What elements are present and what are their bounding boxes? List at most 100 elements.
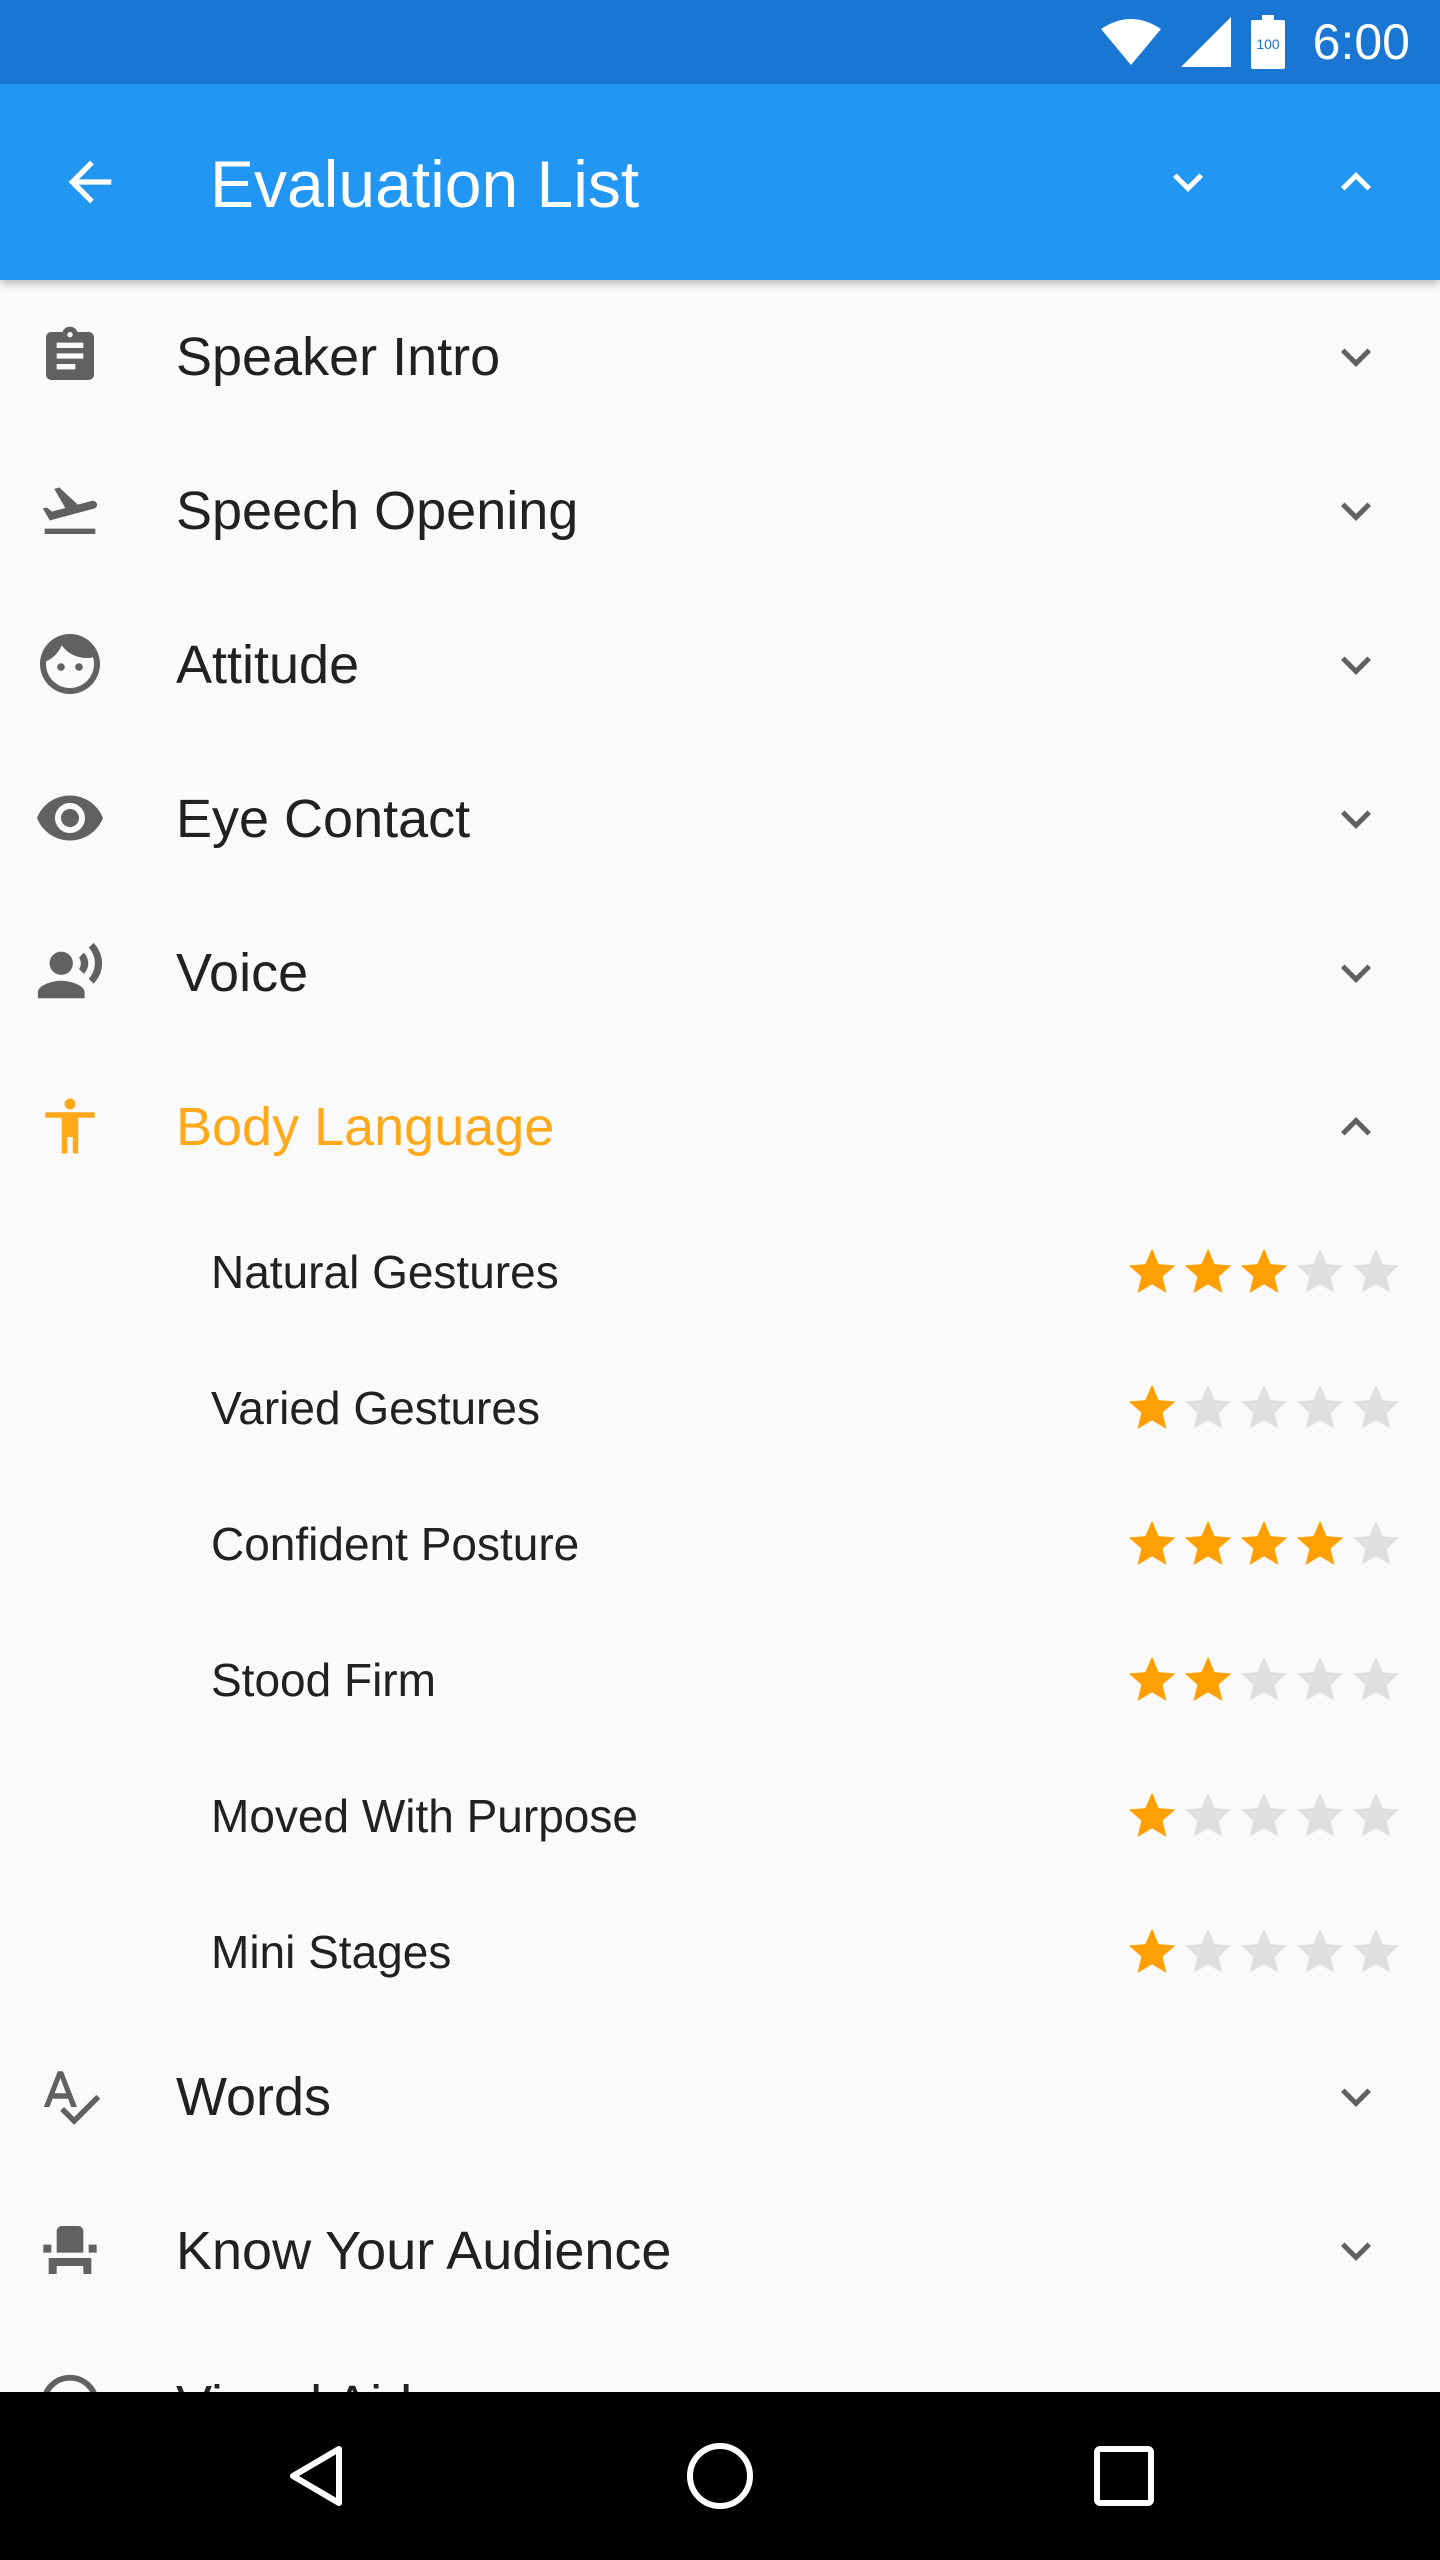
expand-all-button[interactable] [1148,142,1228,222]
star-empty-icon[interactable] [1348,1516,1404,1572]
eye-icon [34,782,106,854]
star-empty-icon[interactable] [1292,1652,1348,1708]
star-filled-icon[interactable] [1124,1516,1180,1572]
category-label: Visual Aids [176,2328,439,2392]
status-bar: 100 6:00 [0,0,1440,84]
sub-item-row[interactable]: Varied Gestures [0,1340,1440,1476]
battery-label: 100 [1256,36,1280,52]
event-seat-icon [34,2214,106,2286]
category-label: Know Your Audience [176,2221,672,2281]
star-filled-icon[interactable] [1124,1652,1180,1708]
collapse-all-button[interactable] [1316,142,1396,222]
star-rating[interactable] [1124,1516,1404,1572]
chevron-down-icon [1173,173,1203,192]
star-empty-icon[interactable] [1348,1244,1404,1300]
star-empty-icon[interactable] [1348,1652,1404,1708]
sub-item-label: Confident Posture [211,1518,580,1570]
category-row-speaker-intro[interactable]: Speaker Intro [0,280,1440,434]
star-empty-icon[interactable] [1292,1380,1348,1436]
category-row-attitude[interactable]: Attitude [0,588,1440,742]
category-label: Eye Contact [176,789,471,849]
record-voice-icon [34,936,106,1008]
nav-home-button[interactable] [680,2436,760,2516]
category-label: Words [176,2067,332,2127]
chevron-down-icon[interactable] [1326,943,1386,1003]
sub-item-label: Varied Gestures [211,1382,540,1434]
star-empty-icon[interactable] [1180,1924,1236,1980]
chevron-down-icon[interactable] [1326,635,1386,695]
star-empty-icon[interactable] [1180,1788,1236,1844]
sub-item-label: Mini Stages [211,1926,452,1978]
chevron-up-icon[interactable] [1326,1097,1386,1157]
star-empty-icon[interactable] [1292,1788,1348,1844]
star-empty-icon[interactable] [1180,1380,1236,1436]
star-filled-icon[interactable] [1180,1652,1236,1708]
category-row-eye-contact[interactable]: Eye Contact [0,742,1440,896]
category-label: Voice [176,943,309,1003]
nav-back-button[interactable] [276,2436,356,2516]
star-empty-icon[interactable] [1236,1924,1292,1980]
star-empty-icon[interactable] [1236,1380,1292,1436]
signal-icon [1180,17,1231,67]
category-row-voice[interactable]: Voice [0,896,1440,1050]
visual-aids-icon [34,2368,106,2392]
back-arrow-icon [68,160,112,204]
battery-icon: 100 [1250,15,1285,69]
star-filled-icon[interactable] [1124,1788,1180,1844]
star-rating[interactable] [1124,1652,1404,1708]
wifi-icon [1100,19,1161,65]
chevron-up-icon [1341,172,1371,191]
sub-item-row[interactable]: Moved With Purpose [0,1748,1440,1884]
star-filled-icon[interactable] [1180,1244,1236,1300]
star-filled-icon[interactable] [1236,1516,1292,1572]
star-empty-icon[interactable] [1348,1924,1404,1980]
nav-home-icon [687,2443,753,2509]
clock: 6:00 [1312,14,1410,70]
nav-back-icon [290,2446,342,2506]
star-filled-icon[interactable] [1124,1244,1180,1300]
star-empty-icon[interactable] [1348,1788,1404,1844]
star-empty-icon[interactable] [1348,1380,1404,1436]
page-title: Evaluation List [210,147,640,221]
category-label: Body Language [176,1097,555,1157]
chevron-down-icon[interactable] [1326,327,1386,387]
star-empty-icon[interactable] [1292,1924,1348,1980]
sub-item-row[interactable]: Natural Gestures [0,1204,1440,1340]
navigation-bar [0,2392,1440,2560]
nav-recents-button[interactable] [1084,2436,1164,2516]
category-row-speech-opening[interactable]: Speech Opening [0,434,1440,588]
category-row-body-language[interactable]: Body Language [0,1050,1440,1204]
star-filled-icon[interactable] [1124,1380,1180,1436]
chevron-down-icon[interactable] [1326,481,1386,541]
chevron-down-icon[interactable] [1326,2221,1386,2281]
star-rating[interactable] [1124,1924,1404,1980]
category-label: Speech Opening [176,481,579,541]
star-rating[interactable] [1124,1380,1404,1436]
sub-item-label: Stood Firm [211,1654,436,1706]
back-button[interactable] [50,142,130,222]
star-filled-icon[interactable] [1124,1924,1180,1980]
star-filled-icon[interactable] [1180,1516,1236,1572]
category-row-visual-aids[interactable]: Visual Aids [0,2328,1440,2392]
evaluation-list[interactable]: Speaker Intro Speech Opening Attitude Ey… [0,280,1440,2392]
chevron-down-icon[interactable] [1326,789,1386,849]
star-empty-icon[interactable] [1292,1244,1348,1300]
sub-item-row[interactable]: Stood Firm [0,1612,1440,1748]
category-label: Attitude [176,635,360,695]
star-rating[interactable] [1124,1244,1404,1300]
category-row-words[interactable]: Words [0,2020,1440,2174]
sub-item-row[interactable]: Confident Posture [0,1476,1440,1612]
chevron-down-icon[interactable] [1326,2375,1386,2392]
sub-item-list: Natural Gestures Varied Gestures Confide… [0,1204,1440,2020]
star-filled-icon[interactable] [1292,1516,1348,1572]
app-bar: Evaluation List [0,84,1440,280]
star-empty-icon[interactable] [1236,1652,1292,1708]
star-rating[interactable] [1124,1788,1404,1844]
accessibility-icon [34,1090,106,1162]
category-row-know-your-audience[interactable]: Know Your Audience [0,2174,1440,2328]
clipboard-icon [34,320,106,392]
chevron-down-icon[interactable] [1326,2067,1386,2127]
star-filled-icon[interactable] [1236,1244,1292,1300]
sub-item-row[interactable]: Mini Stages [0,1884,1440,2020]
star-empty-icon[interactable] [1236,1788,1292,1844]
